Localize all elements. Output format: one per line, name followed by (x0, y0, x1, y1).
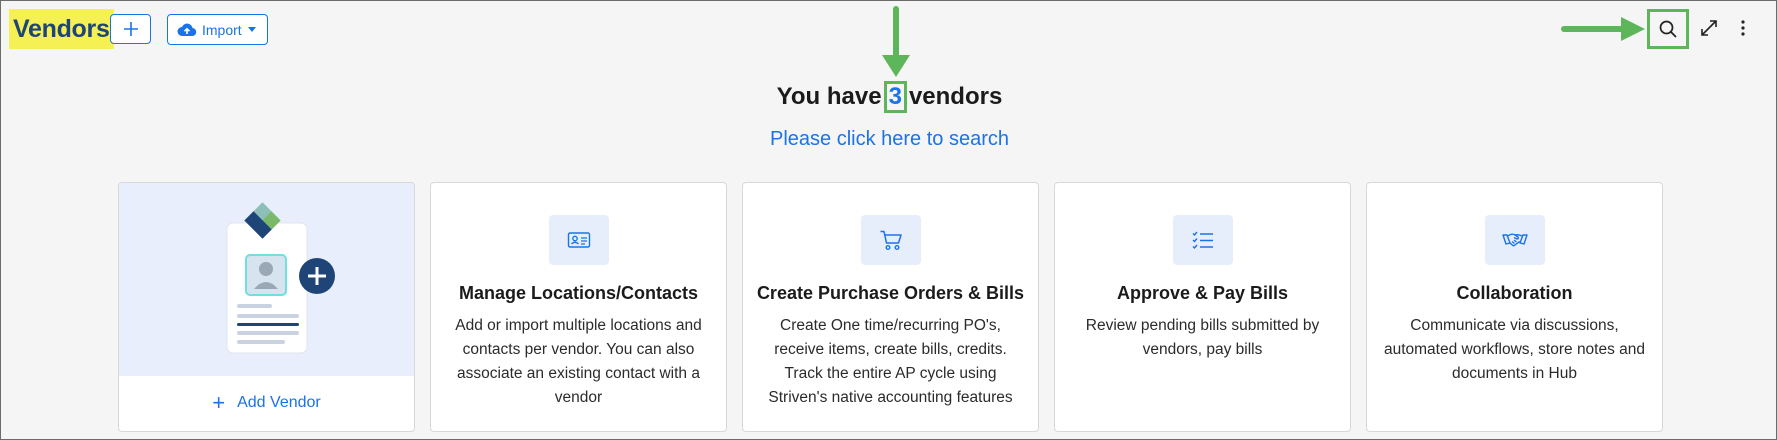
vendor-count-heading: You have 3 vendors (1, 81, 1776, 113)
cloud-upload-icon (177, 23, 197, 36)
vendor-illustration (226, 202, 335, 354)
count-suffix: vendors (908, 83, 1003, 110)
checklist-icon (1192, 231, 1213, 250)
page-title: Vendors (13, 14, 110, 43)
plus-icon (123, 22, 138, 36)
annotation-arrow-down (882, 6, 910, 77)
shopping-cart-icon (880, 230, 902, 251)
add-vendor-button[interactable]: + Add Vendor (119, 390, 414, 415)
page-title-highlight: Vendors (9, 9, 114, 49)
add-vendor-label: Add Vendor (237, 394, 321, 411)
import-label: Import (202, 21, 242, 38)
card-description: Review pending bills submitted by vendor… (1085, 317, 1320, 358)
vendors-page: Vendors Import You have 3 vendors Please… (0, 0, 1777, 440)
expand-icon (1701, 20, 1717, 36)
add-vendor-header-button[interactable] (110, 14, 151, 44)
contact-card-icon (567, 232, 591, 248)
feature-card-collaboration: Collaboration Communicate via discussion… (1366, 182, 1663, 432)
search-icon (1659, 20, 1677, 38)
vendor-illustration-panel (119, 183, 414, 376)
card-title: Collaboration (1456, 283, 1573, 303)
feature-card-approve-bills: Approve & Pay Bills Review pending bills… (1054, 182, 1351, 432)
vendor-count: 3 (883, 81, 907, 113)
card-description: Communicate via discussions, automated w… (1383, 317, 1646, 382)
more-options-button[interactable] (1733, 13, 1753, 43)
card-icon-box (549, 215, 609, 265)
card-description: Add or import multiple locations and con… (455, 317, 702, 406)
card-description: Create One time/recurring PO's, receive … (768, 317, 1013, 406)
annotation-arrow-right (1561, 17, 1645, 41)
search-button[interactable] (1647, 9, 1689, 49)
plus-icon: + (212, 390, 226, 415)
chevron-down-icon (247, 27, 256, 32)
card-icon-box (1485, 215, 1545, 265)
feature-card-purchase-orders: Create Purchase Orders & Bills Create On… (742, 182, 1039, 432)
card-title: Manage Locations/Contacts (458, 283, 699, 303)
add-vendor-card[interactable]: + Add Vendor (118, 182, 415, 432)
card-icon-box (861, 215, 921, 265)
feature-card-locations: Manage Locations/Contacts Add or import … (430, 182, 727, 432)
count-prefix: You have (776, 83, 882, 110)
card-title: Create Purchase Orders & Bills (756, 283, 1025, 303)
search-link[interactable]: Please click here to search (1, 128, 1776, 151)
import-button[interactable]: Import (167, 14, 268, 45)
card-icon-box (1173, 215, 1233, 265)
handshake-icon (1502, 233, 1528, 247)
kebab-menu-icon (1741, 20, 1745, 36)
expand-button[interactable] (1695, 13, 1723, 43)
plus-circle-icon (299, 258, 335, 294)
card-title: Approve & Pay Bills (1116, 283, 1289, 303)
